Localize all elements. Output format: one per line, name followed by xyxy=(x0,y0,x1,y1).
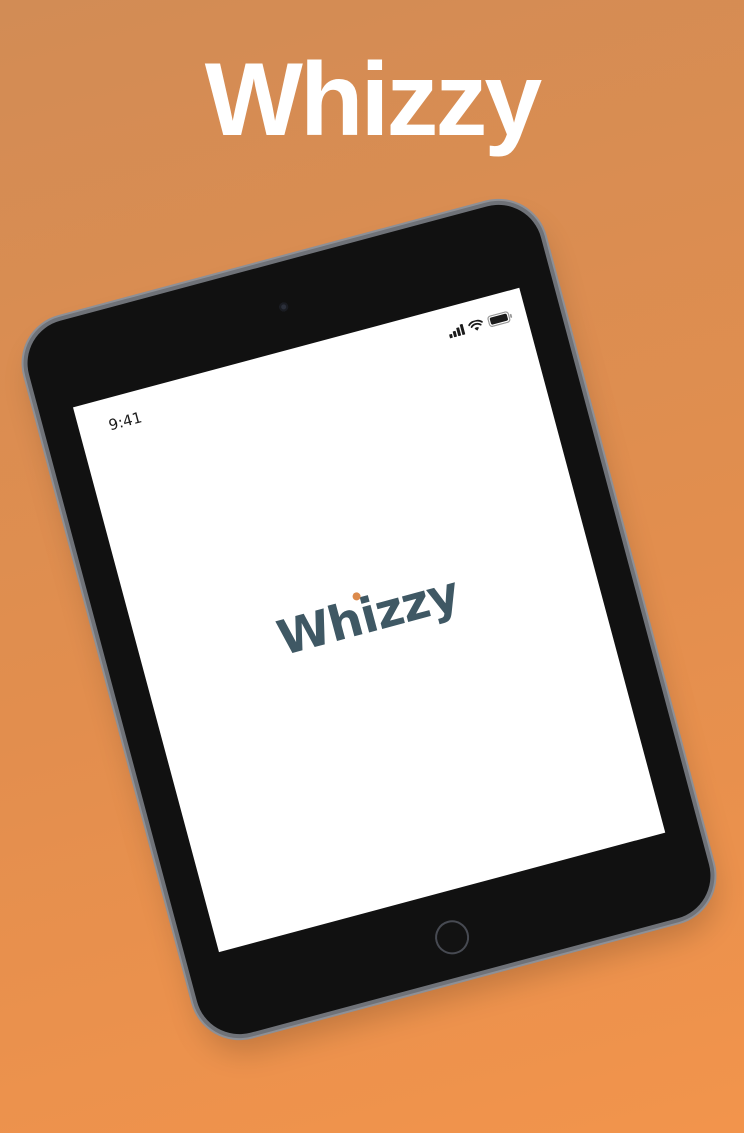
app-logo-text: Whizzy xyxy=(272,565,465,667)
cellular-signal-icon xyxy=(446,320,466,342)
app-logo-label: Whizzy xyxy=(271,565,465,668)
home-button[interactable] xyxy=(431,916,473,959)
tablet-device: 9:41 Whizzy xyxy=(17,194,721,1045)
camera-icon xyxy=(278,301,290,313)
battery-icon xyxy=(486,307,515,332)
page-headline: Whizzy xyxy=(204,42,542,158)
wifi-icon xyxy=(466,315,485,337)
tablet-screen: 9:41 Whizzy xyxy=(73,287,666,953)
app-logo: Whizzy xyxy=(138,529,599,703)
status-bar-icons xyxy=(446,307,515,342)
status-bar-time: 9:41 xyxy=(106,408,144,435)
